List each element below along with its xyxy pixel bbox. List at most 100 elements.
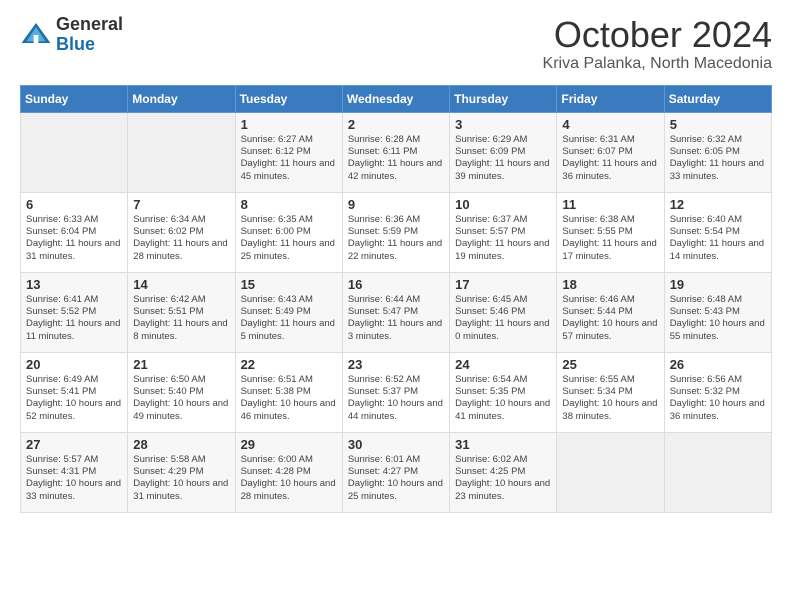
calendar-cell: 9 Sunrise: 6:36 AM Sunset: 5:59 PM Daylig…: [342, 192, 449, 272]
calendar-cell: 5 Sunrise: 6:32 AM Sunset: 6:05 PM Daylig…: [664, 112, 771, 192]
day-number: 8: [241, 197, 337, 212]
weekday-header-row: Sunday Monday Tuesday Wednesday Thursday…: [21, 85, 772, 112]
calendar-week-row: 27 Sunrise: 5:57 AM Sunset: 4:31 PM Dayli…: [21, 432, 772, 512]
day-info: Sunrise: 6:45 AM Sunset: 5:46 PM Dayligh…: [455, 294, 551, 343]
calendar-cell: 7 Sunrise: 6:34 AM Sunset: 6:02 PM Daylig…: [128, 192, 235, 272]
day-info: Sunrise: 6:51 AM Sunset: 5:38 PM Dayligh…: [241, 374, 337, 423]
day-info: Sunrise: 6:54 AM Sunset: 5:35 PM Dayligh…: [455, 374, 551, 423]
day-info: Sunrise: 6:37 AM Sunset: 5:57 PM Dayligh…: [455, 214, 551, 263]
day-info: Sunrise: 6:48 AM Sunset: 5:43 PM Dayligh…: [670, 294, 766, 343]
day-number: 27: [26, 437, 122, 452]
logo-general-text: General: [56, 15, 123, 35]
day-info: Sunrise: 6:32 AM Sunset: 6:05 PM Dayligh…: [670, 134, 766, 183]
calendar-cell: 13Sunrise: 6:41 AM Sunset: 5:52 PM Dayli…: [21, 272, 128, 352]
day-number: 14: [133, 277, 229, 292]
day-number: 22: [241, 357, 337, 372]
day-info: Sunrise: 6:29 AM Sunset: 6:09 PM Dayligh…: [455, 134, 551, 183]
day-info: Sunrise: 6:00 AM Sunset: 4:28 PM Dayligh…: [241, 454, 337, 503]
day-number: 11: [562, 197, 658, 212]
day-number: 16: [348, 277, 444, 292]
calendar-cell: 6 Sunrise: 6:33 AM Sunset: 6:04 PM Daylig…: [21, 192, 128, 272]
calendar-cell: 12Sunrise: 6:40 AM Sunset: 5:54 PM Dayli…: [664, 192, 771, 272]
calendar-cell: 30Sunrise: 6:01 AM Sunset: 4:27 PM Dayli…: [342, 432, 449, 512]
day-info: Sunrise: 6:36 AM Sunset: 5:59 PM Dayligh…: [348, 214, 444, 263]
day-number: 2: [348, 117, 444, 132]
month-title: October 2024: [543, 15, 772, 55]
day-info: Sunrise: 6:56 AM Sunset: 5:32 PM Dayligh…: [670, 374, 766, 423]
day-number: 1: [241, 117, 337, 132]
day-info: Sunrise: 6:46 AM Sunset: 5:44 PM Dayligh…: [562, 294, 658, 343]
day-number: 20: [26, 357, 122, 372]
calendar-cell: 26 Sunrise: 6:56 AM Sunset: 5:32 PM Dayli…: [664, 352, 771, 432]
day-number: 17: [455, 277, 551, 292]
calendar-week-row: 13Sunrise: 6:41 AM Sunset: 5:52 PM Dayli…: [21, 272, 772, 352]
day-info: Sunrise: 6:52 AM Sunset: 5:37 PM Dayligh…: [348, 374, 444, 423]
day-number: 23: [348, 357, 444, 372]
calendar-cell: 11 Sunrise: 6:38 AM Sunset: 5:55 PM Dayli…: [557, 192, 664, 272]
day-info: Sunrise: 6:43 AM Sunset: 5:49 PM Dayligh…: [241, 294, 337, 343]
calendar-week-row: 20 Sunrise: 6:49 AM Sunset: 5:41 PM Dayli…: [21, 352, 772, 432]
calendar-cell: 1 Sunrise: 6:27 AM Sunset: 6:12 PM Daylig…: [235, 112, 342, 192]
day-info: Sunrise: 6:28 AM Sunset: 6:11 PM Dayligh…: [348, 134, 444, 183]
calendar-cell: 22 Sunrise: 6:51 AM Sunset: 5:38 PM Dayli…: [235, 352, 342, 432]
day-info: Sunrise: 6:33 AM Sunset: 6:04 PM Dayligh…: [26, 214, 122, 263]
day-info: Sunrise: 6:42 AM Sunset: 5:51 PM Dayligh…: [133, 294, 229, 343]
day-info: Sunrise: 5:58 AM Sunset: 4:29 PM Dayligh…: [133, 454, 229, 503]
calendar-week-row: 6 Sunrise: 6:33 AM Sunset: 6:04 PM Daylig…: [21, 192, 772, 272]
title-block: October 2024 Kriva Palanka, North Macedo…: [543, 15, 772, 73]
day-info: Sunrise: 6:41 AM Sunset: 5:52 PM Dayligh…: [26, 294, 122, 343]
calendar-cell: 27 Sunrise: 5:57 AM Sunset: 4:31 PM Dayli…: [21, 432, 128, 512]
header-saturday: Saturday: [664, 85, 771, 112]
day-number: 26: [670, 357, 766, 372]
day-number: 6: [26, 197, 122, 212]
day-info: Sunrise: 6:38 AM Sunset: 5:55 PM Dayligh…: [562, 214, 658, 263]
logo-icon: [20, 19, 52, 51]
day-info: Sunrise: 6:50 AM Sunset: 5:40 PM Dayligh…: [133, 374, 229, 423]
calendar-cell: [557, 432, 664, 512]
day-number: 28: [133, 437, 229, 452]
calendar-cell: 4Sunrise: 6:31 AM Sunset: 6:07 PM Daylig…: [557, 112, 664, 192]
day-number: 7: [133, 197, 229, 212]
page-container: General Blue October 2024 Kriva Palanka,…: [0, 0, 792, 523]
day-info: Sunrise: 6:40 AM Sunset: 5:54 PM Dayligh…: [670, 214, 766, 263]
header-tuesday: Tuesday: [235, 85, 342, 112]
header: General Blue October 2024 Kriva Palanka,…: [20, 15, 772, 73]
calendar-cell: 31 Sunrise: 6:02 AM Sunset: 4:25 PM Dayli…: [450, 432, 557, 512]
day-number: 24: [455, 357, 551, 372]
calendar-cell: 14 Sunrise: 6:42 AM Sunset: 5:51 PM Dayli…: [128, 272, 235, 352]
day-info: Sunrise: 6:31 AM Sunset: 6:07 PM Dayligh…: [562, 134, 658, 183]
header-sunday: Sunday: [21, 85, 128, 112]
day-number: 15: [241, 277, 337, 292]
day-info: Sunrise: 6:44 AM Sunset: 5:47 PM Dayligh…: [348, 294, 444, 343]
day-info: Sunrise: 6:27 AM Sunset: 6:12 PM Dayligh…: [241, 134, 337, 183]
day-info: Sunrise: 6:01 AM Sunset: 4:27 PM Dayligh…: [348, 454, 444, 503]
day-info: Sunrise: 5:57 AM Sunset: 4:31 PM Dayligh…: [26, 454, 122, 503]
day-info: Sunrise: 6:35 AM Sunset: 6:00 PM Dayligh…: [241, 214, 337, 263]
logo: General Blue: [20, 15, 123, 55]
calendar-table: Sunday Monday Tuesday Wednesday Thursday…: [20, 85, 772, 513]
calendar-cell: 25Sunrise: 6:55 AM Sunset: 5:34 PM Dayli…: [557, 352, 664, 432]
logo-text: General Blue: [56, 15, 123, 55]
calendar-cell: 16 Sunrise: 6:44 AM Sunset: 5:47 PM Dayli…: [342, 272, 449, 352]
calendar-cell: 18Sunrise: 6:46 AM Sunset: 5:44 PM Dayli…: [557, 272, 664, 352]
day-number: 19: [670, 277, 766, 292]
logo-blue-text: Blue: [56, 35, 123, 55]
day-info: Sunrise: 6:49 AM Sunset: 5:41 PM Dayligh…: [26, 374, 122, 423]
calendar-cell: 19 Sunrise: 6:48 AM Sunset: 5:43 PM Dayli…: [664, 272, 771, 352]
calendar-cell: [664, 432, 771, 512]
day-number: 29: [241, 437, 337, 452]
day-info: Sunrise: 6:34 AM Sunset: 6:02 PM Dayligh…: [133, 214, 229, 263]
calendar-cell: [128, 112, 235, 192]
calendar-cell: 17 Sunrise: 6:45 AM Sunset: 5:46 PM Dayli…: [450, 272, 557, 352]
calendar-cell: 10 Sunrise: 6:37 AM Sunset: 5:57 PM Dayli…: [450, 192, 557, 272]
calendar-cell: 2 Sunrise: 6:28 AM Sunset: 6:11 PM Daylig…: [342, 112, 449, 192]
day-number: 3: [455, 117, 551, 132]
day-info: Sunrise: 6:02 AM Sunset: 4:25 PM Dayligh…: [455, 454, 551, 503]
day-number: 10: [455, 197, 551, 212]
day-number: 31: [455, 437, 551, 452]
calendar-cell: 8 Sunrise: 6:35 AM Sunset: 6:00 PM Daylig…: [235, 192, 342, 272]
day-number: 5: [670, 117, 766, 132]
calendar-cell: 3 Sunrise: 6:29 AM Sunset: 6:09 PM Daylig…: [450, 112, 557, 192]
header-friday: Friday: [557, 85, 664, 112]
day-number: 9: [348, 197, 444, 212]
